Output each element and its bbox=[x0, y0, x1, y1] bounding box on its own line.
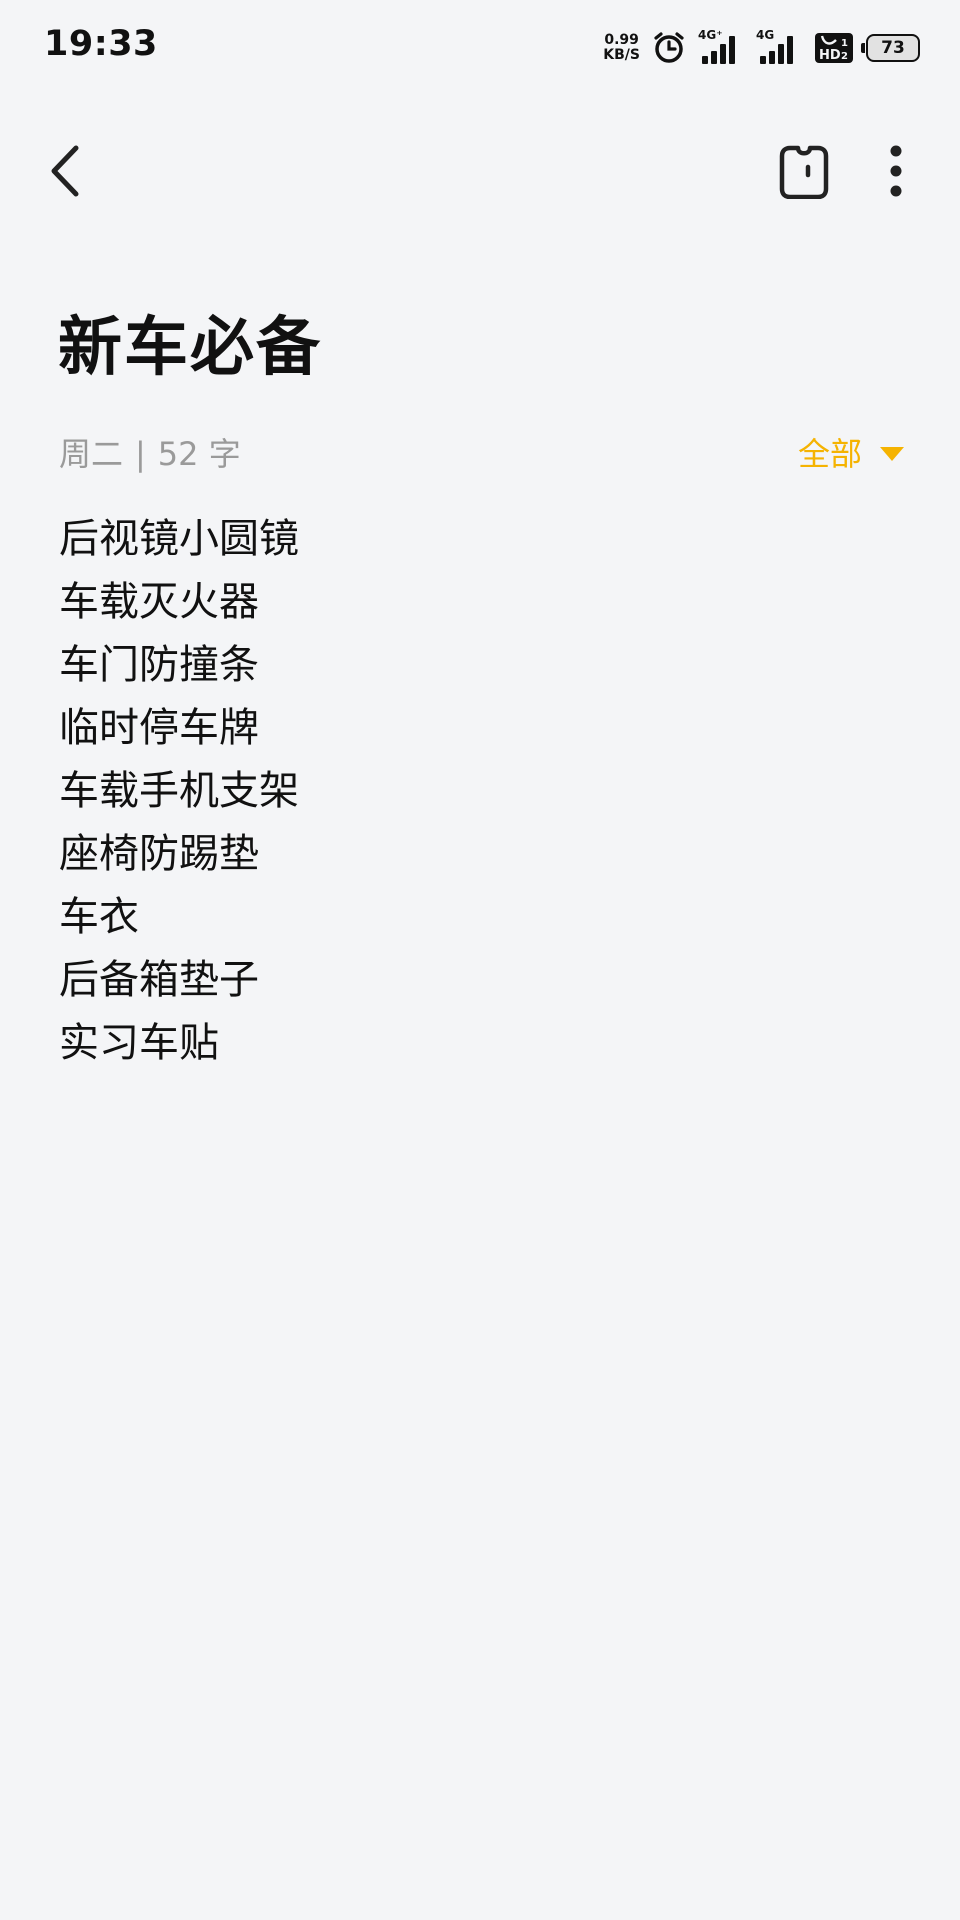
share-button[interactable] bbox=[774, 136, 834, 206]
note-line[interactable]: 车载灭火器 bbox=[59, 571, 299, 634]
share-bag-icon bbox=[779, 145, 829, 199]
note-day: 周二 bbox=[59, 435, 124, 473]
status-time: 19:33 bbox=[44, 24, 158, 64]
battery-level: 73 bbox=[881, 38, 905, 58]
svg-text:HD: HD bbox=[819, 48, 841, 63]
battery-tip bbox=[861, 43, 865, 53]
more-options-button[interactable] bbox=[866, 136, 926, 206]
note-line[interactable]: 座椅防踢垫 bbox=[59, 823, 299, 886]
note-line[interactable]: 临时停车牌 bbox=[59, 697, 299, 760]
note-line[interactable]: 车载手机支架 bbox=[59, 760, 299, 823]
signal-4g: 4G bbox=[756, 28, 800, 66]
battery-indicator: 73 bbox=[861, 34, 920, 62]
network-speed: 0.99 KB/S bbox=[603, 33, 640, 63]
note-line[interactable]: 后视镜小圆镜 bbox=[59, 508, 299, 571]
note-line[interactable]: 后备箱垫子 bbox=[59, 949, 299, 1012]
signal-bars-icon bbox=[702, 36, 735, 64]
note-line[interactable]: 车门防撞条 bbox=[59, 634, 299, 697]
hd-voice-icon: HD 2 1 bbox=[815, 33, 853, 63]
note-line[interactable]: 车衣 bbox=[59, 886, 299, 949]
note-line[interactable]: 实习车贴 bbox=[59, 1012, 299, 1075]
signal-4g-plus: 4G⁺ bbox=[698, 28, 742, 66]
meta-separator: | bbox=[135, 435, 146, 473]
note-meta: 周二 | 52 字 bbox=[59, 432, 241, 476]
chevron-left-icon bbox=[51, 145, 79, 197]
status-icons: 0.99 KB/S 4G⁺ 4G HD 2 1 73 bbox=[603, 28, 920, 68]
signal-bars-icon bbox=[760, 36, 793, 64]
back-button[interactable] bbox=[36, 136, 96, 206]
folder-filter-label: 全部 bbox=[797, 435, 862, 473]
word-count: 52 字 bbox=[157, 435, 241, 473]
network-speed-unit: KB/S bbox=[603, 47, 640, 63]
alarm-clock-icon bbox=[654, 32, 684, 63]
folder-filter-dropdown[interactable]: 全部 bbox=[798, 432, 904, 476]
svg-text:1: 1 bbox=[841, 38, 848, 49]
svg-text:2: 2 bbox=[841, 51, 848, 62]
network-speed-value: 0.99 bbox=[604, 32, 639, 48]
status-bar: 19:33 0.99 KB/S 4G⁺ 4G HD 2 1 73 bbox=[0, 0, 960, 96]
note-title[interactable]: 新车必备 bbox=[58, 308, 322, 388]
more-vertical-icon bbox=[890, 145, 902, 197]
dropdown-arrow-icon bbox=[880, 447, 904, 461]
note-body[interactable]: 后视镜小圆镜 车载灭火器 车门防撞条 临时停车牌 车载手机支架 座椅防踢垫 车衣… bbox=[59, 508, 299, 1075]
